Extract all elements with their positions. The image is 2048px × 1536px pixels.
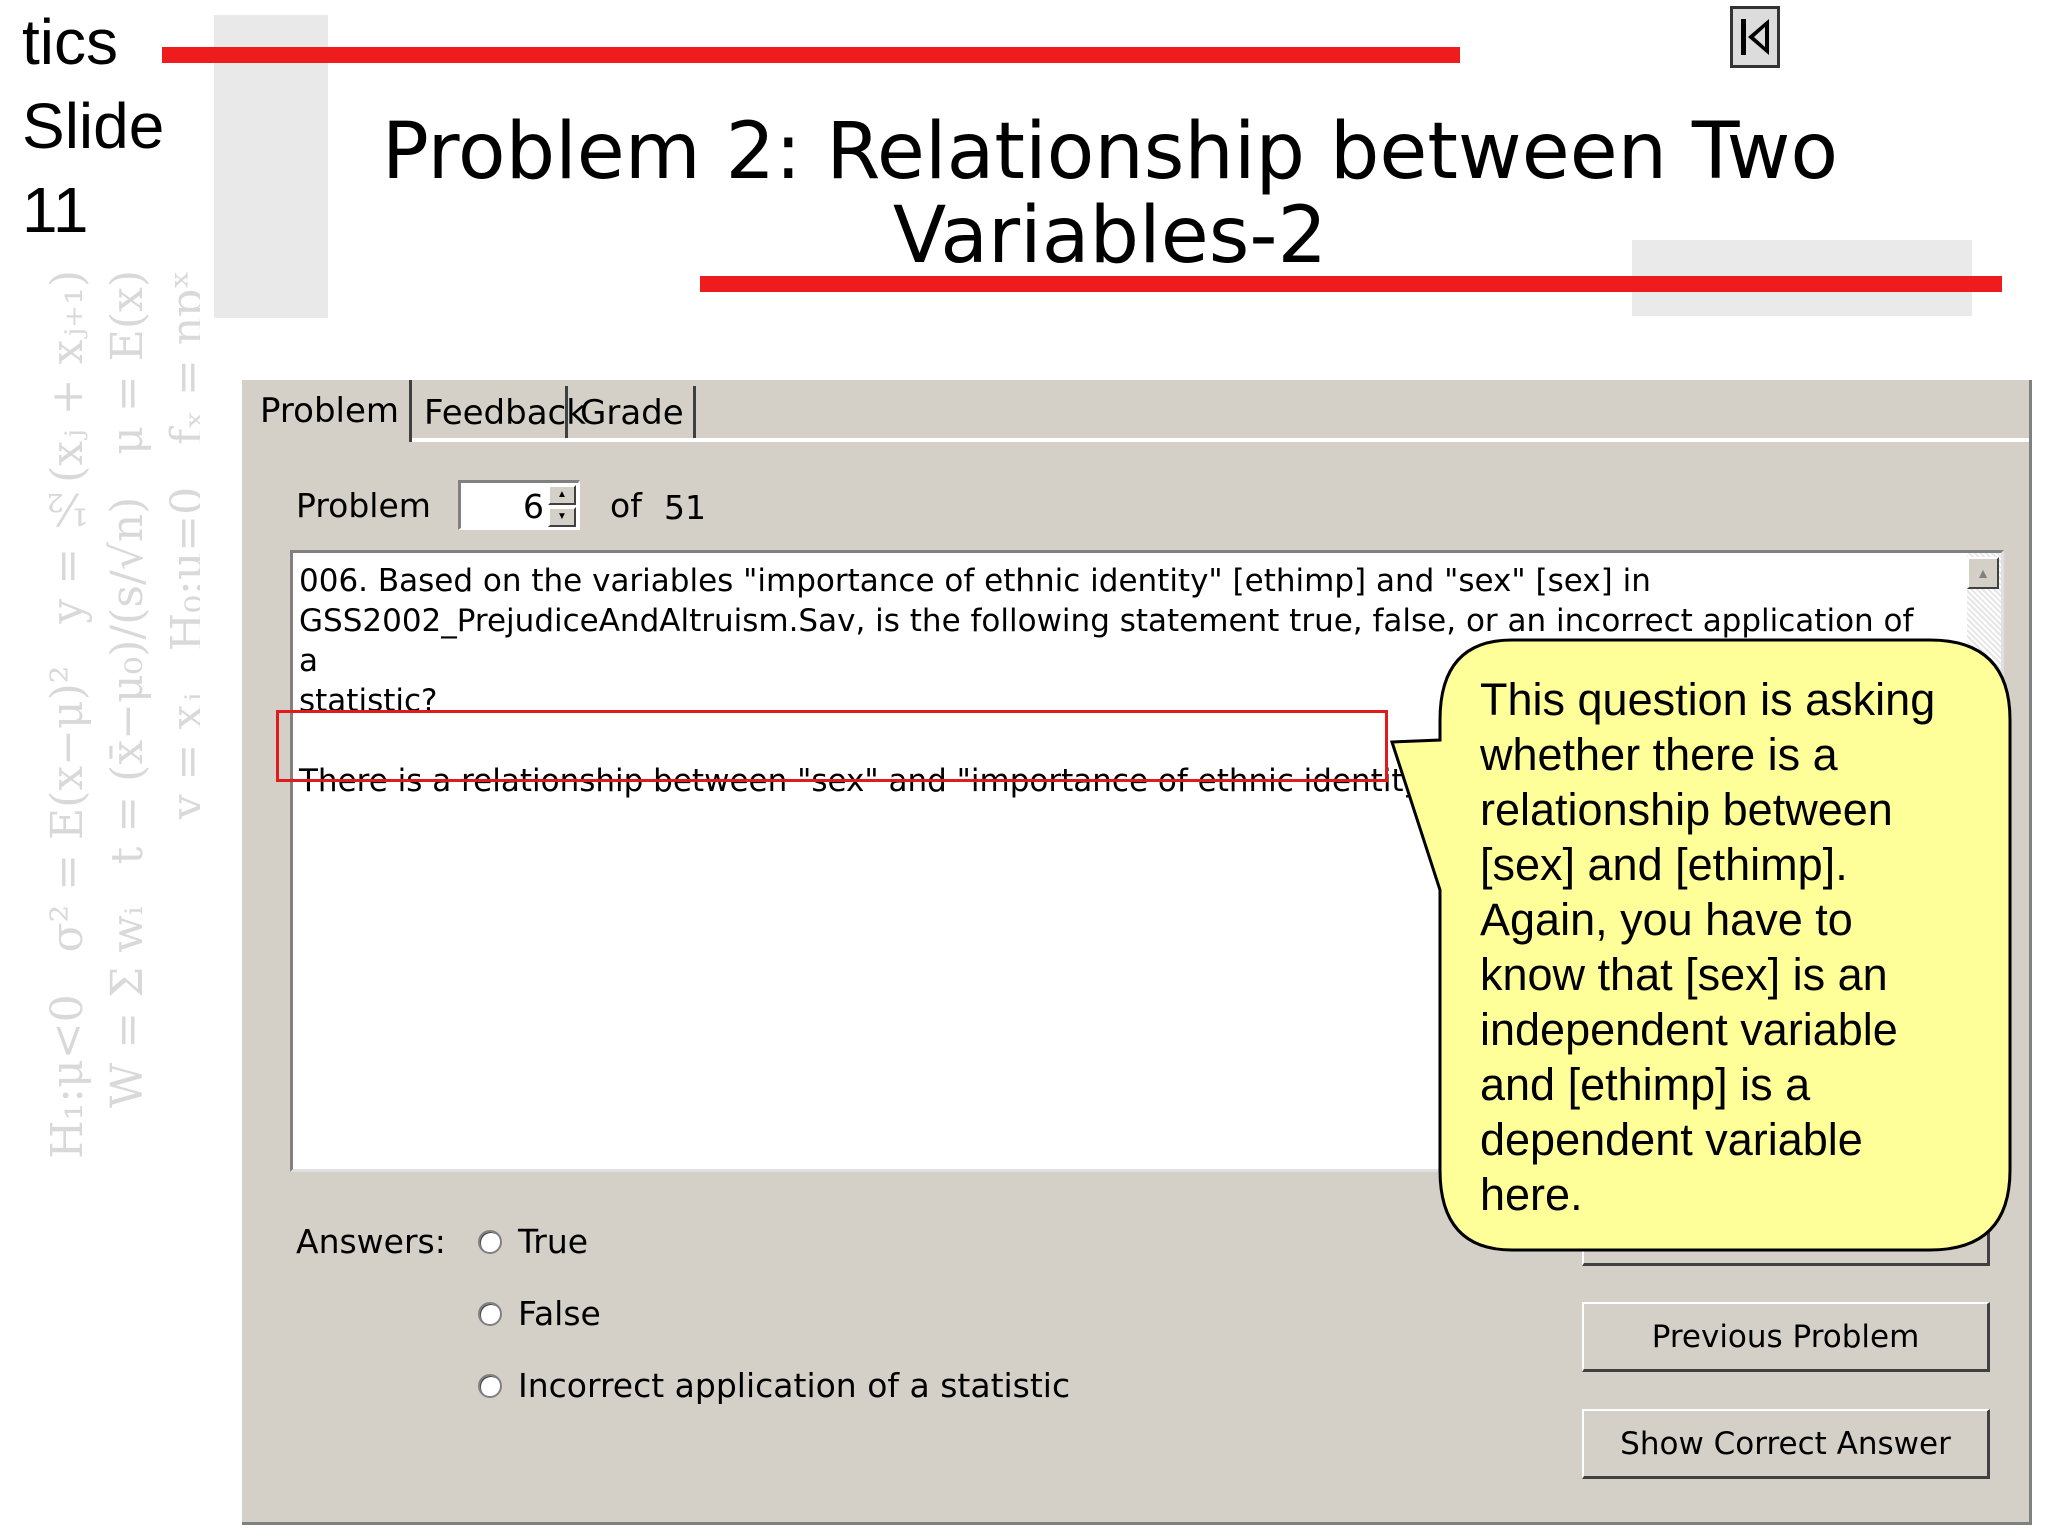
answer-option-false[interactable]: False [478,1294,601,1333]
problem-number-spinner[interactable]: 6 ▲ ▼ [458,480,580,530]
radio-button-false[interactable] [478,1301,502,1326]
tab-feedback[interactable]: Feedback [414,386,586,440]
answer-option-label: Incorrect application of a statistic [518,1366,1071,1405]
tab-grade[interactable]: Grade [570,386,696,440]
slide-title-line-1: Problem 2: Relationship between Two [381,107,1839,197]
title-divider-top [162,47,1460,63]
callout-line: and [ethimp] is a [1480,1059,1811,1110]
problem-number-value: 6 [523,487,544,526]
answer-option-label: True [518,1222,589,1261]
caret-down-icon: ▼ [557,511,567,522]
tab-feedback-label: Feedback [424,393,586,433]
tab-problem-label: Problem [260,391,400,431]
first-slide-icon [1741,19,1769,55]
callout-line: This question is asking [1480,674,1936,725]
answers-label: Answers: [296,1222,446,1261]
callout-line: whether there is a [1480,729,1838,780]
tab-problem[interactable]: Problem [242,380,412,442]
callout-line: independent variable [1480,1004,1898,1055]
slide-title-line-2: Variables-2 [892,191,1328,281]
callout-line: know that [sex] is an [1480,949,1888,1000]
spinner-up-button[interactable]: ▲ [548,485,576,505]
callout-line: [sex] and [ethimp]. [1480,839,1848,890]
previous-problem-button[interactable]: Previous Problem [1582,1302,1990,1372]
answer-option-label: False [518,1294,601,1333]
answer-option-true[interactable]: True [478,1222,588,1261]
title-divider-bottom [700,276,2002,292]
scroll-up-button[interactable]: ▲ [1967,557,1999,589]
slide-side-title: tics Slide 11 [22,6,165,246]
tab-grade-label: Grade [580,393,684,433]
show-correct-answer-button[interactable]: Show Correct Answer [1582,1409,1990,1479]
callout-line: dependent variable [1480,1114,1863,1165]
first-slide-button[interactable] [1730,6,1780,68]
radio-button-incorrect-application[interactable] [478,1373,502,1398]
problem-total: 51 [664,488,706,527]
caret-up-icon: ▲ [1976,565,1990,581]
formula-watermark: H₁:μ<0 σ² = E(x−μ)² y = ½(xⱼ + xⱼ₊₁) W =… [42,270,200,1159]
question-line: GSS2002_PrejudiceAndAltruism.Sav, is the… [299,603,1914,679]
tab-bar: Problem Feedback Grade [242,380,2029,442]
radio-button-true[interactable] [478,1229,502,1254]
callout-line: relationship between [1480,784,1893,835]
question-line: 006. Based on the variables "importance … [299,563,1651,599]
of-label: of [610,486,642,525]
caret-up-icon: ▲ [557,489,567,500]
callout-text: This question is asking whether there is… [1480,672,2000,1222]
slide-title: Problem 2: Relationship between Two Vari… [380,110,1840,278]
callout-line: here. [1480,1169,1583,1220]
problem-label: Problem [296,486,431,525]
spinner-down-button[interactable]: ▼ [548,507,576,527]
callout-line: Again, you have to [1480,894,1853,945]
answer-option-incorrect-application[interactable]: Incorrect application of a statistic [478,1366,1070,1405]
statement-highlight-box [276,710,1388,782]
